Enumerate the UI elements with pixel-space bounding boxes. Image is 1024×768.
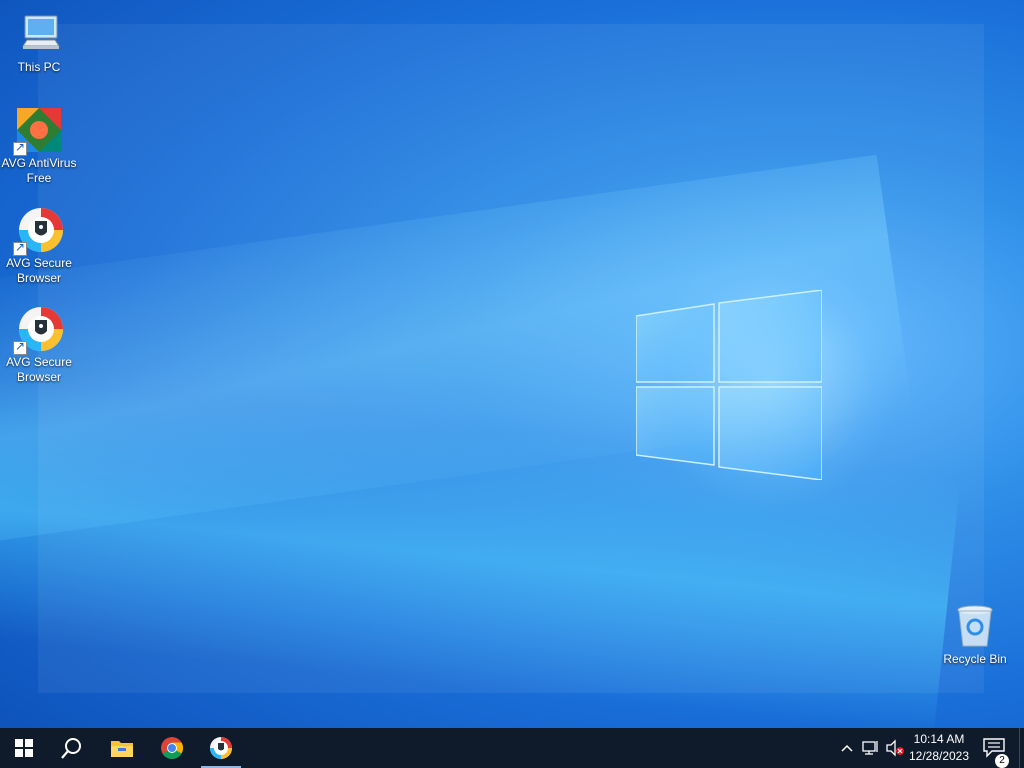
- taskbar: 10:14 AM 12/28/2023 2: [0, 728, 1024, 768]
- taskbar-avg-secure-browser[interactable]: [197, 728, 245, 768]
- desktop-icon-label: Recycle Bin: [943, 652, 1007, 666]
- volume-button[interactable]: [884, 728, 906, 768]
- windows-start-icon: [15, 739, 33, 757]
- action-center-button[interactable]: 2: [976, 728, 1016, 768]
- taskbar-file-explorer[interactable]: [98, 728, 146, 768]
- show-desktop-button[interactable]: [1019, 728, 1024, 768]
- recycle-bin-icon: [951, 602, 999, 650]
- desktop-icon-avg-antivirus[interactable]: AVG AntiVirus Free: [1, 106, 77, 186]
- taskbar-chrome[interactable]: [148, 728, 196, 768]
- show-hidden-icons-button[interactable]: [838, 728, 856, 768]
- chevron-up-icon: [841, 744, 853, 752]
- search-button[interactable]: [48, 728, 96, 768]
- desktop-icon-avg-secure-browser[interactable]: AVG Secure Browser: [1, 206, 77, 286]
- desktop-icon-avg-secure-browser[interactable]: AVG Secure Browser: [1, 305, 77, 385]
- avg-secure-browser-icon: [13, 206, 63, 256]
- start-button[interactable]: [0, 728, 48, 768]
- clock-date: 12/28/2023: [908, 749, 970, 763]
- chrome-icon: [161, 737, 183, 759]
- desktop-icon-label: AVG AntiVirus Free: [1, 156, 77, 185]
- desktop-wallpaper: [0, 0, 1024, 728]
- clock-time: 10:14 AM: [913, 732, 965, 746]
- shortcut-arrow-icon: [13, 240, 27, 256]
- shortcut-arrow-icon: [13, 140, 27, 156]
- desktop-icon-label: AVG Secure Browser: [6, 256, 72, 285]
- avg-secure-browser-icon: [13, 305, 63, 355]
- network-disconnected-icon: [862, 741, 878, 755]
- wallpaper-overlay: [38, 24, 984, 693]
- desktop-icon-this-pc[interactable]: This PC: [1, 10, 77, 75]
- desktop-icon-recycle-bin[interactable]: Recycle Bin: [937, 602, 1013, 667]
- desktop-icon-label: AVG Secure Browser: [6, 355, 72, 384]
- notification-count-badge: 2: [995, 754, 1009, 768]
- network-status-button[interactable]: [860, 728, 882, 768]
- search-icon: [61, 738, 81, 759]
- avg-antivirus-icon: [13, 106, 63, 156]
- volume-muted-icon: [886, 739, 904, 757]
- taskbar-clock[interactable]: 10:14 AM 12/28/2023: [906, 731, 972, 765]
- desktop-icon-label: This PC: [17, 60, 61, 74]
- shortcut-arrow-icon: [13, 339, 27, 355]
- windows-logo: [636, 290, 822, 480]
- avg-secure-browser-icon: [210, 737, 232, 759]
- file-explorer-icon: [111, 741, 133, 757]
- computer-icon: [15, 10, 63, 58]
